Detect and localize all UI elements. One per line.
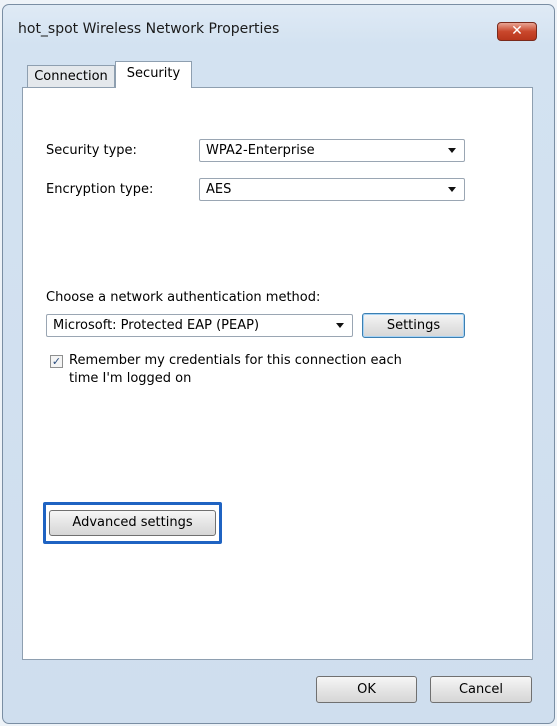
auth-method-label: Choose a network authentication method: [46, 290, 321, 305]
chevron-down-icon [448, 148, 456, 153]
auth-method-select[interactable]: Microsoft: Protected EAP (PEAP) [46, 314, 353, 337]
tab-connection[interactable]: Connection [27, 65, 115, 87]
window-title: hot_spot Wireless Network Properties [18, 21, 280, 37]
close-button[interactable]: ✕ [497, 22, 537, 41]
chevron-down-icon [336, 323, 344, 328]
remember-credentials-line1: Remember my credentials for this connect… [69, 353, 402, 368]
encryption-type-value: AES [206, 182, 232, 197]
advanced-settings-button[interactable]: Advanced settings [49, 510, 216, 536]
chevron-down-icon [448, 187, 456, 192]
close-icon: ✕ [511, 23, 523, 39]
encryption-type-label: Encryption type: [46, 182, 154, 197]
checkmark-icon: ✓ [51, 355, 62, 368]
security-type-value: WPA2-Enterprise [206, 143, 315, 158]
tab-security[interactable]: Security [115, 61, 192, 88]
remember-credentials-line2: time I'm logged on [69, 371, 192, 386]
settings-button[interactable]: Settings [362, 313, 465, 338]
security-type-select[interactable]: WPA2-Enterprise [199, 139, 465, 162]
auth-method-value: Microsoft: Protected EAP (PEAP) [53, 318, 260, 333]
encryption-type-select[interactable]: AES [199, 178, 465, 201]
ok-button[interactable]: OK [316, 676, 417, 703]
cancel-button[interactable]: Cancel [430, 676, 532, 703]
security-type-label: Security type: [46, 143, 137, 158]
remember-credentials-checkbox[interactable]: ✓ [50, 355, 63, 368]
